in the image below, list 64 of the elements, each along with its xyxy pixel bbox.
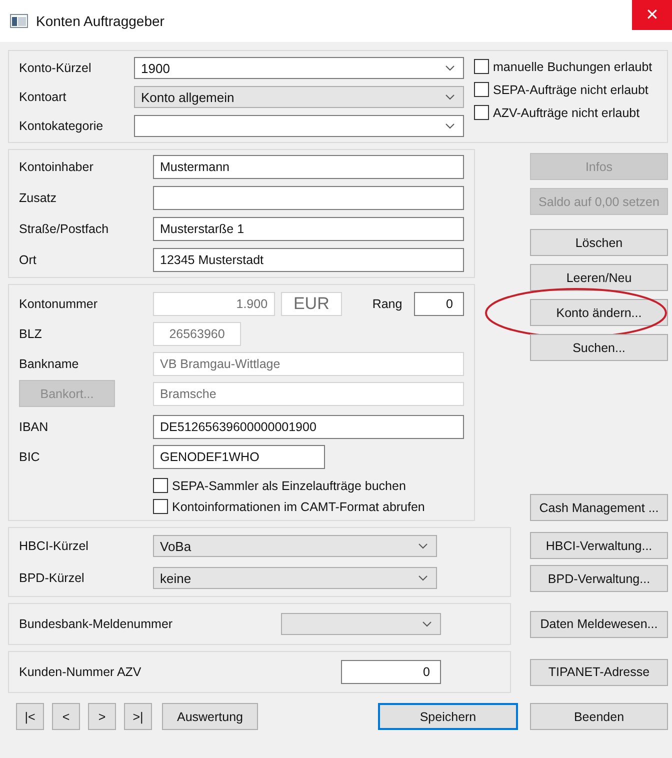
field-label: HBCI-Kürzel <box>19 539 90 553</box>
field-label: Rang <box>372 296 404 310</box>
reporting-data-button[interactable]: Daten Meldewesen... <box>530 610 668 638</box>
side-button[interactable]: Konto ändern... <box>530 299 668 326</box>
dropdown[interactable]: VoBa <box>153 535 437 557</box>
field-label: Konto-Kürzel <box>19 61 92 75</box>
field-label: Kunden-Nummer AZV <box>19 665 142 679</box>
chevron-icon <box>445 65 455 71</box>
field-label: Straße/Postfach <box>19 222 110 236</box>
checkbox[interactable]: Kontoinformationen im CAMT-Format abrufen <box>153 499 464 514</box>
tipanet-button[interactable]: TIPANET-Adresse <box>530 658 668 686</box>
hbci-button[interactable]: BPD-Verwaltung... <box>530 565 668 592</box>
window-icon <box>10 14 28 28</box>
field-label: BPD-Kürzel <box>19 571 86 585</box>
navigation-button[interactable]: |< <box>16 703 44 730</box>
chevron-icon <box>418 575 428 581</box>
window-title: Konten Auftraggeber <box>36 13 164 29</box>
currency-field[interactable]: EUR <box>280 292 342 316</box>
field-label: Bundesbank-Meldenummer <box>19 617 174 631</box>
text-field[interactable]: GENODEF1WHO <box>153 444 325 468</box>
save-button[interactable]: Speichern <box>378 703 518 730</box>
text-field[interactable]: 0 <box>414 292 464 316</box>
checkbox[interactable]: manuelle Buchungen erlaubt <box>474 59 652 74</box>
chevron-icon <box>445 123 455 129</box>
hbci-button[interactable]: HBCI-Verwaltung... <box>530 532 668 559</box>
dropdown[interactable]: keine <box>153 567 437 589</box>
text-field[interactable]: 0 <box>341 660 441 684</box>
field-label: Kontokategorie <box>19 119 104 133</box>
field-label: Ort <box>19 253 38 267</box>
text-field[interactable]: Musterstarße 1 <box>153 217 464 241</box>
chevron-icon <box>422 621 432 627</box>
side-button[interactable]: Löschen <box>530 229 668 256</box>
close-button[interactable]: ✕ <box>632 0 672 30</box>
checkbox[interactable]: AZV-Aufträge nicht erlaubt <box>474 105 652 120</box>
dropdown[interactable]: 1900 <box>134 57 464 79</box>
dropdown[interactable] <box>134 115 464 137</box>
field-label: BIC <box>19 450 41 464</box>
text-field[interactable]: DE51265639600000001900 <box>153 414 464 438</box>
field-label: Zusatz <box>19 191 58 205</box>
text-field[interactable]: 1.900 <box>153 292 275 316</box>
chevron-icon <box>418 543 428 549</box>
cash-management-button[interactable]: Cash Management ... <box>530 494 668 521</box>
chevron-icon <box>445 94 455 100</box>
text-field[interactable]: 26563960 <box>153 322 241 346</box>
navigation-button[interactable]: < <box>52 703 80 730</box>
text-field[interactable]: VB Bramgau-Wittlage <box>153 352 464 376</box>
side-button[interactable]: Leeren/Neu <box>530 264 668 291</box>
exit-button[interactable]: Beenden <box>530 703 668 730</box>
navigation-button[interactable]: >| <box>124 703 152 730</box>
text-field[interactable]: Mustermann <box>153 155 464 179</box>
field-label: Kontoinhaber <box>19 160 94 174</box>
checkbox[interactable]: SEPA-Sammler als Einzelaufträge buchen <box>153 478 464 493</box>
side-button[interactable]: Suchen... <box>530 334 668 361</box>
report-button[interactable]: Auswertung <box>162 703 258 730</box>
field-label: Bankname <box>19 356 80 370</box>
field-label: IBAN <box>19 420 50 434</box>
field-label: BLZ <box>19 326 43 340</box>
text-field[interactable]: 12345 Musterstadt <box>153 248 464 272</box>
field-label: Kontonummer <box>19 296 99 310</box>
text-field[interactable] <box>153 186 464 210</box>
checkbox[interactable]: SEPA-Aufträge nicht erlaubt <box>474 82 652 97</box>
navigation-button[interactable]: > <box>88 703 116 730</box>
text-field[interactable]: Bramsche <box>153 382 464 406</box>
field-label: Kontoart <box>19 90 68 104</box>
